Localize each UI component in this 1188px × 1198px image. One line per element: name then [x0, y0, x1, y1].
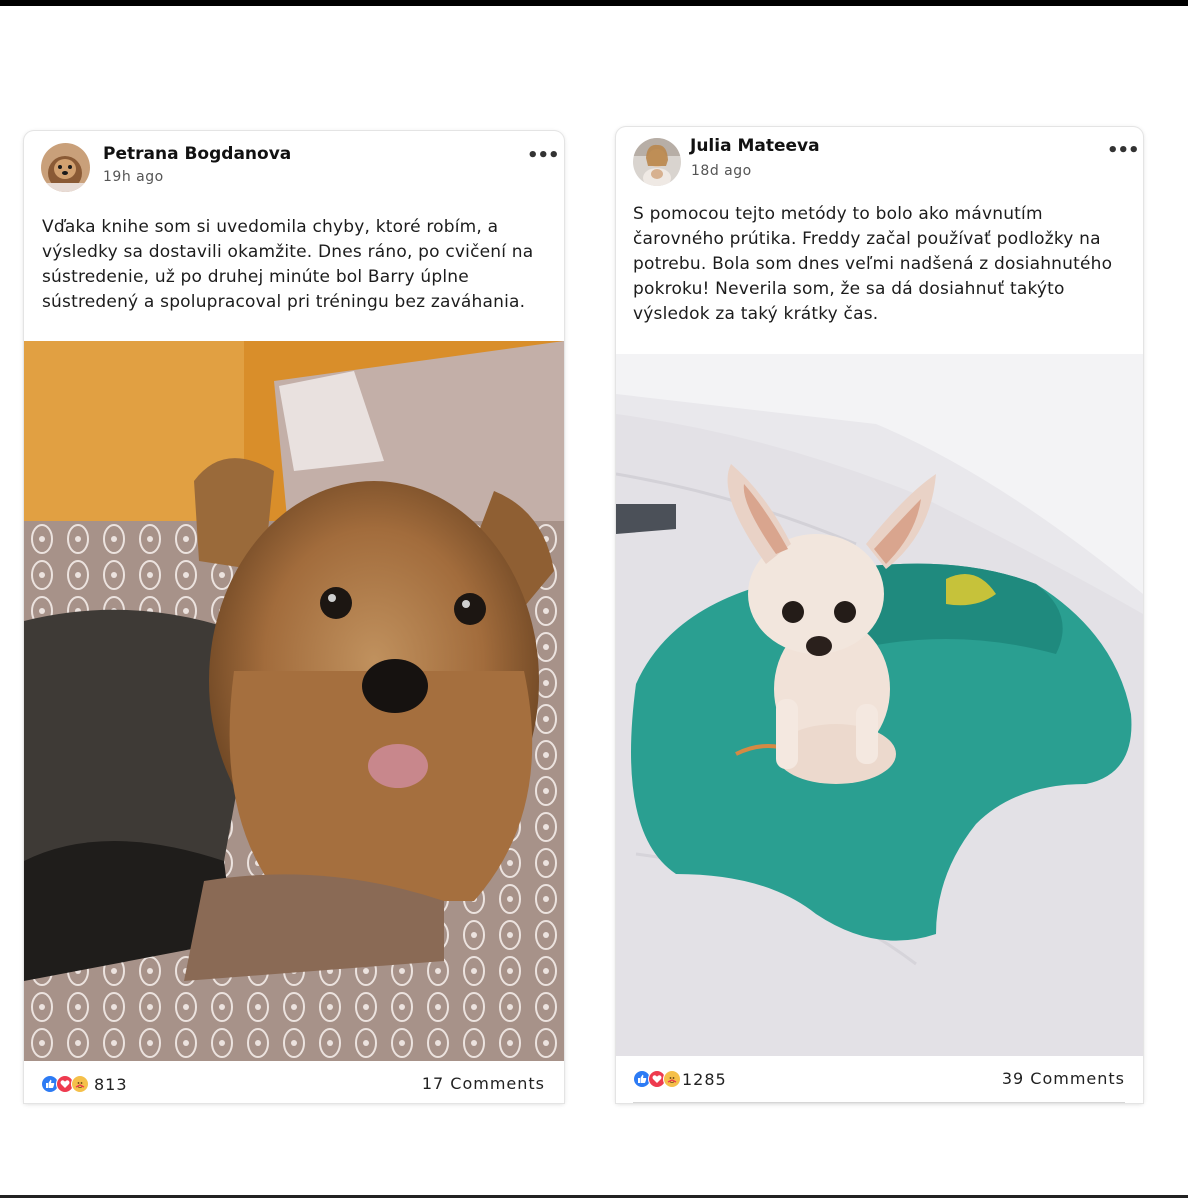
- avatar[interactable]: [41, 143, 90, 192]
- post-time[interactable]: 18d ago: [691, 163, 752, 179]
- author-name[interactable]: Petrana Bogdanova: [103, 144, 291, 164]
- avatar[interactable]: [633, 138, 681, 186]
- post-card: Petrana Bogdanova 19h ago ••• Vďaka knih…: [24, 131, 564, 1103]
- care-icon: [663, 1070, 681, 1088]
- yorkshire-terrier-photo: [24, 341, 564, 1061]
- post-text: S pomocou tejto metódy to bolo ako mávnu…: [633, 204, 1113, 324]
- comments-link[interactable]: 39 Comments: [1002, 1069, 1125, 1088]
- more-options-icon[interactable]: •••: [1107, 140, 1140, 161]
- reaction-count[interactable]: 1285: [682, 1070, 727, 1089]
- post-time[interactable]: 19h ago: [103, 169, 164, 185]
- reactions-bar[interactable]: 813: [41, 1072, 128, 1096]
- post-text: Vďaka knihe som si uvedomila chyby, ktor…: [42, 217, 534, 312]
- more-options-icon[interactable]: •••: [527, 145, 560, 166]
- post-card: Julia Mateeva 18d ago ••• S pomocou tejt…: [616, 127, 1143, 1103]
- comments-link[interactable]: 17 Comments: [422, 1074, 545, 1093]
- reactions-bar[interactable]: 1285: [633, 1067, 727, 1091]
- reaction-count[interactable]: 813: [94, 1075, 128, 1094]
- divider: [633, 1102, 1125, 1103]
- post-photo[interactable]: [616, 354, 1143, 1056]
- post-photo[interactable]: [24, 341, 564, 1061]
- author-name[interactable]: Julia Mateeva: [690, 136, 820, 156]
- chihuahua-photo: [616, 354, 1143, 1056]
- care-icon: [71, 1075, 89, 1093]
- top-border: [0, 0, 1188, 6]
